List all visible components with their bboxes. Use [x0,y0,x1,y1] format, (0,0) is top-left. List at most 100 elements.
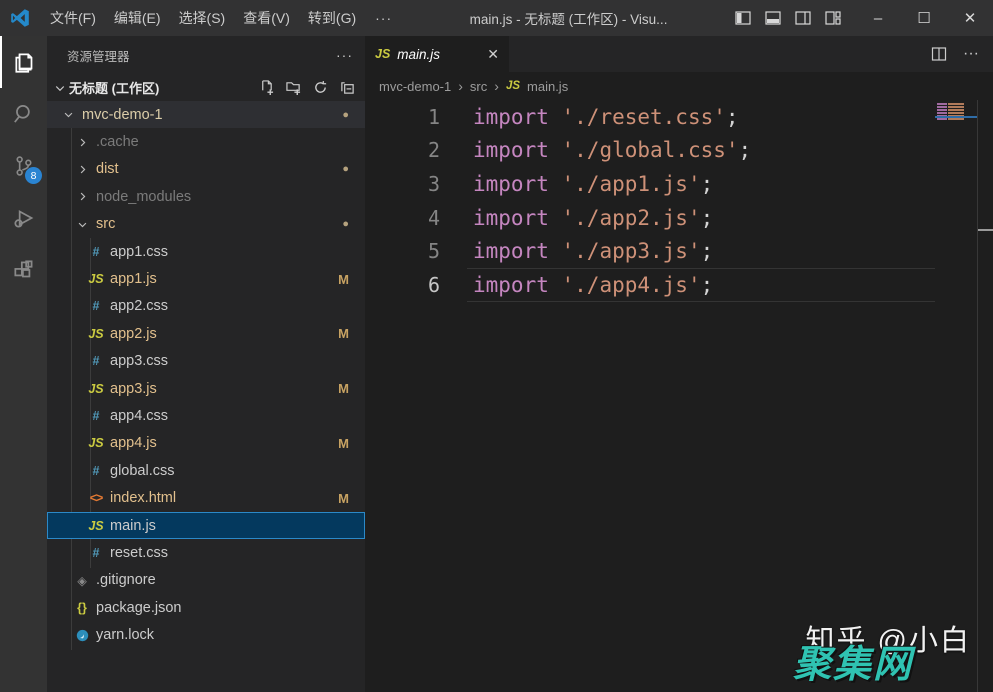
js-file-icon: JS [87,327,105,341]
breadcrumb-separator-icon: › [458,78,463,94]
tree-item-label: index.html [110,490,176,506]
code-line-4[interactable]: 4import './app2.js'; [365,201,993,235]
line-number: 6 [365,273,440,297]
tree-item-app3-js[interactable]: JSapp3.jsM [47,375,365,402]
toggle-secondary-sidebar-icon[interactable] [795,10,811,26]
tree-item-index-html[interactable]: <>index.htmlM [47,484,365,511]
tab-close-icon[interactable]: ✕ [487,46,499,63]
refresh-icon[interactable] [313,80,328,95]
run-debug-icon [11,205,37,231]
git-modified-badge: M [338,436,349,451]
tree-item-package-json[interactable]: {}package.json [47,594,365,621]
breadcrumb-item[interactable]: main.js [527,79,568,94]
js-file-icon: JS [87,382,105,396]
workspace-section-header[interactable]: 无标题 (工作区) [47,74,365,101]
js-file-icon: JS [87,272,105,286]
new-folder-icon[interactable] [286,80,301,95]
explorer-more-actions-icon[interactable]: ··· [336,47,353,63]
explorer-sidebar: 资源管理器 ··· 无标题 (工作区) mvc [47,36,365,692]
css-file-icon: # [87,299,105,313]
js-file-icon: JS [375,47,390,61]
code-text: import './app2.js'; [473,206,713,230]
chevron-down-icon [73,219,91,230]
tree-item-label: app2.css [110,298,168,314]
tree-item-src[interactable]: src● [47,211,365,238]
collapse-all-icon[interactable] [340,80,355,95]
maximize-button[interactable]: ☐ [901,0,947,36]
tree-item-label: app4.css [110,408,168,424]
tree-item--cache[interactable]: .cache [47,128,365,155]
menu-item-4[interactable]: 转到(G) [299,0,365,36]
tree-item-label: app2.js [110,326,157,342]
chevron-down-icon [51,82,69,94]
css-file-icon: # [87,245,105,259]
tree-item-mvc-demo-1[interactable]: mvc-demo-1● [47,101,365,128]
tree-item-yarn-lock[interactable]: yarn.lock [47,621,365,648]
editor-group: JS main.js ✕ ··· mvc-demo-1›src›JSmain.j… [365,36,993,692]
tree-item-app2-css[interactable]: # app2.css [47,293,365,320]
split-editor-icon[interactable] [931,46,947,62]
menu-item-0[interactable]: 文件(F) [41,0,105,36]
code-text: import './global.css'; [473,138,751,162]
breadcrumb: mvc-demo-1›src›JSmain.js [365,72,993,100]
minimize-button[interactable]: – [855,0,901,36]
menu-item-3[interactable]: 查看(V) [234,0,299,36]
activity-search-button[interactable] [0,88,47,140]
tree-item-label: dist [96,161,119,177]
code-line-3[interactable]: 3import './app1.js'; [365,167,993,201]
line-number: 3 [365,172,440,196]
code-editor[interactable]: 1import './reset.css';2import './global.… [365,100,993,692]
close-button[interactable]: ✕ [947,0,993,36]
code-line-5[interactable]: 5import './app3.js'; [365,234,993,268]
chevron-down-icon [59,109,77,120]
tree-item-app3-css[interactable]: # app3.css [47,348,365,375]
tree-item-app2-js[interactable]: JS app2.js M [47,320,365,347]
tree-item-main-js[interactable]: JSmain.js [47,512,365,539]
tab-label: main.js [397,47,440,62]
toggle-sidebar-icon[interactable] [735,10,751,26]
code-line-2[interactable]: 2import './global.css'; [365,134,993,168]
breadcrumb-item[interactable]: mvc-demo-1 [379,79,451,94]
code-line-1[interactable]: 1import './reset.css'; [365,100,993,134]
menu-more[interactable]: ··· [365,0,402,36]
tree-item-dist[interactable]: dist● [47,156,365,183]
tab-main-js[interactable]: JS main.js ✕ [365,36,509,72]
new-file-icon[interactable] [259,80,274,95]
code-line-6[interactable]: 6 import './app4.js'; [365,268,993,302]
activity-source-control-button[interactable]: 8 [0,140,47,192]
tree-item-app4-js[interactable]: JSapp4.jsM [47,430,365,457]
git-modified-badge: M [338,326,349,341]
search-icon [11,101,37,127]
tree-item-app1-js[interactable]: JSapp1.jsM [47,265,365,292]
breadcrumb-item[interactable]: src [470,79,487,94]
tree-item-label: app4.js [110,435,157,451]
tree-item-label: reset.css [110,545,168,561]
vscode-logo-icon [9,7,31,29]
code-text: import './app4.js'; [473,273,713,297]
tree-item-global-css[interactable]: #global.css [47,457,365,484]
tree-item-app4-css[interactable]: #app4.css [47,402,365,429]
tree-item-reset-css[interactable]: # reset.css [47,539,365,566]
git-modified-badge: M [338,491,349,506]
activity-explorer-button[interactable] [0,36,47,88]
activity-extensions-button[interactable] [0,244,47,296]
toggle-panel-icon[interactable] [765,10,781,26]
tree-item-label: app1.css [110,244,168,260]
explorer-icon [12,49,38,75]
chevron-right-icon [73,191,91,202]
tree-item--gitignore[interactable]: ◈.gitignore [47,567,365,594]
activity-run-debug-button[interactable] [0,192,47,244]
tab-bar: JS main.js ✕ ··· [365,36,993,72]
line-number: 5 [365,239,440,263]
chevron-right-icon [73,164,91,175]
css-file-icon: # [87,354,105,368]
sidebar-title: 资源管理器 [67,46,130,65]
menu-item-1[interactable]: 编辑(E) [105,0,170,36]
menu-item-2[interactable]: 选择(S) [170,0,235,36]
tree-item-label: app3.css [110,353,168,369]
css-file-icon: # [87,546,105,560]
tree-item-node-modules[interactable]: node_modules [47,183,365,210]
editor-more-actions-icon[interactable]: ··· [963,45,979,63]
customize-layout-icon[interactable] [825,10,841,26]
tree-item-app1-css[interactable]: # app1.css [47,238,365,265]
